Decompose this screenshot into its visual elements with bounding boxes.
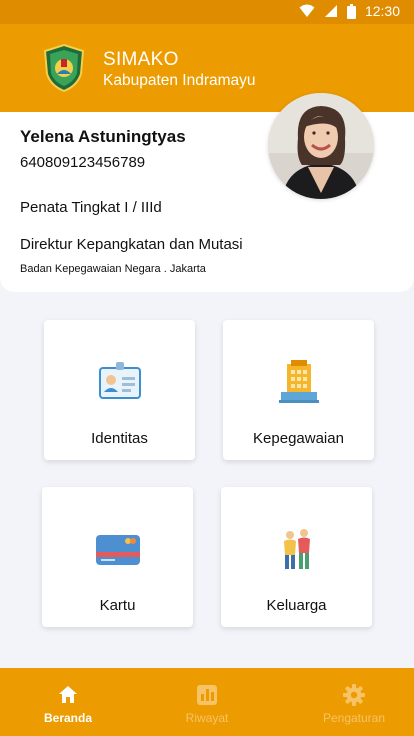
menu-card-kepegawaian[interactable]: Kepegawaian bbox=[223, 320, 374, 460]
signal-icon bbox=[324, 5, 337, 17]
office-building-icon bbox=[278, 360, 319, 403]
id-card-icon bbox=[98, 362, 141, 399]
avatar[interactable] bbox=[268, 93, 374, 199]
menu-card-kartu[interactable]: Kartu bbox=[42, 487, 193, 627]
profile-name: Yelena Astuningtyas bbox=[20, 127, 186, 146]
nav-label: Beranda bbox=[43, 711, 93, 725]
menu-card-identitas[interactable]: Identitas bbox=[44, 320, 195, 460]
profile-office: Badan Kepegawaian Negara . Jakarta bbox=[20, 263, 206, 275]
profile-nip: 640809123456789 bbox=[20, 154, 146, 171]
app-subtitle: Kabupaten Indramayu bbox=[103, 72, 256, 89]
home-icon bbox=[59, 686, 77, 703]
menu-card-label: Kartu bbox=[99, 597, 136, 614]
menu-card-label: Keluarga bbox=[266, 597, 327, 614]
nav-item-riwayat[interactable]: Riwayat bbox=[167, 668, 247, 736]
user-photo bbox=[268, 93, 374, 199]
nav-label: Pengaturan bbox=[322, 711, 386, 725]
status-bar: 12:30 bbox=[0, 0, 414, 24]
bar-chart-icon bbox=[197, 685, 217, 705]
nav-item-pengaturan[interactable]: Pengaturan bbox=[309, 668, 399, 736]
profile-position: Direktur Kepangkatan dan Mutasi bbox=[20, 236, 243, 253]
gear-icon bbox=[343, 684, 365, 706]
credit-card-icon bbox=[95, 535, 140, 565]
bottom-navigation: Beranda Riwayat Pengaturan bbox=[0, 668, 414, 736]
menu-card-label: Kepegawaian bbox=[253, 430, 344, 447]
nav-label: Riwayat bbox=[185, 711, 229, 725]
app-header: SIMAKO Kabupaten Indramayu bbox=[0, 24, 414, 112]
nav-item-beranda[interactable]: Beranda bbox=[28, 668, 108, 736]
wifi-icon bbox=[299, 4, 315, 17]
indramayu-emblem-icon bbox=[43, 44, 85, 92]
status-time: 12:30 bbox=[364, 3, 400, 19]
menu-card-label: Identitas bbox=[91, 430, 148, 447]
app-title: SIMAKO bbox=[103, 49, 179, 70]
family-icon bbox=[283, 529, 310, 569]
menu-card-keluarga[interactable]: Keluarga bbox=[221, 487, 372, 627]
battery-icon bbox=[346, 3, 356, 19]
profile-rank: Penata Tingkat I / IIId bbox=[20, 199, 162, 216]
